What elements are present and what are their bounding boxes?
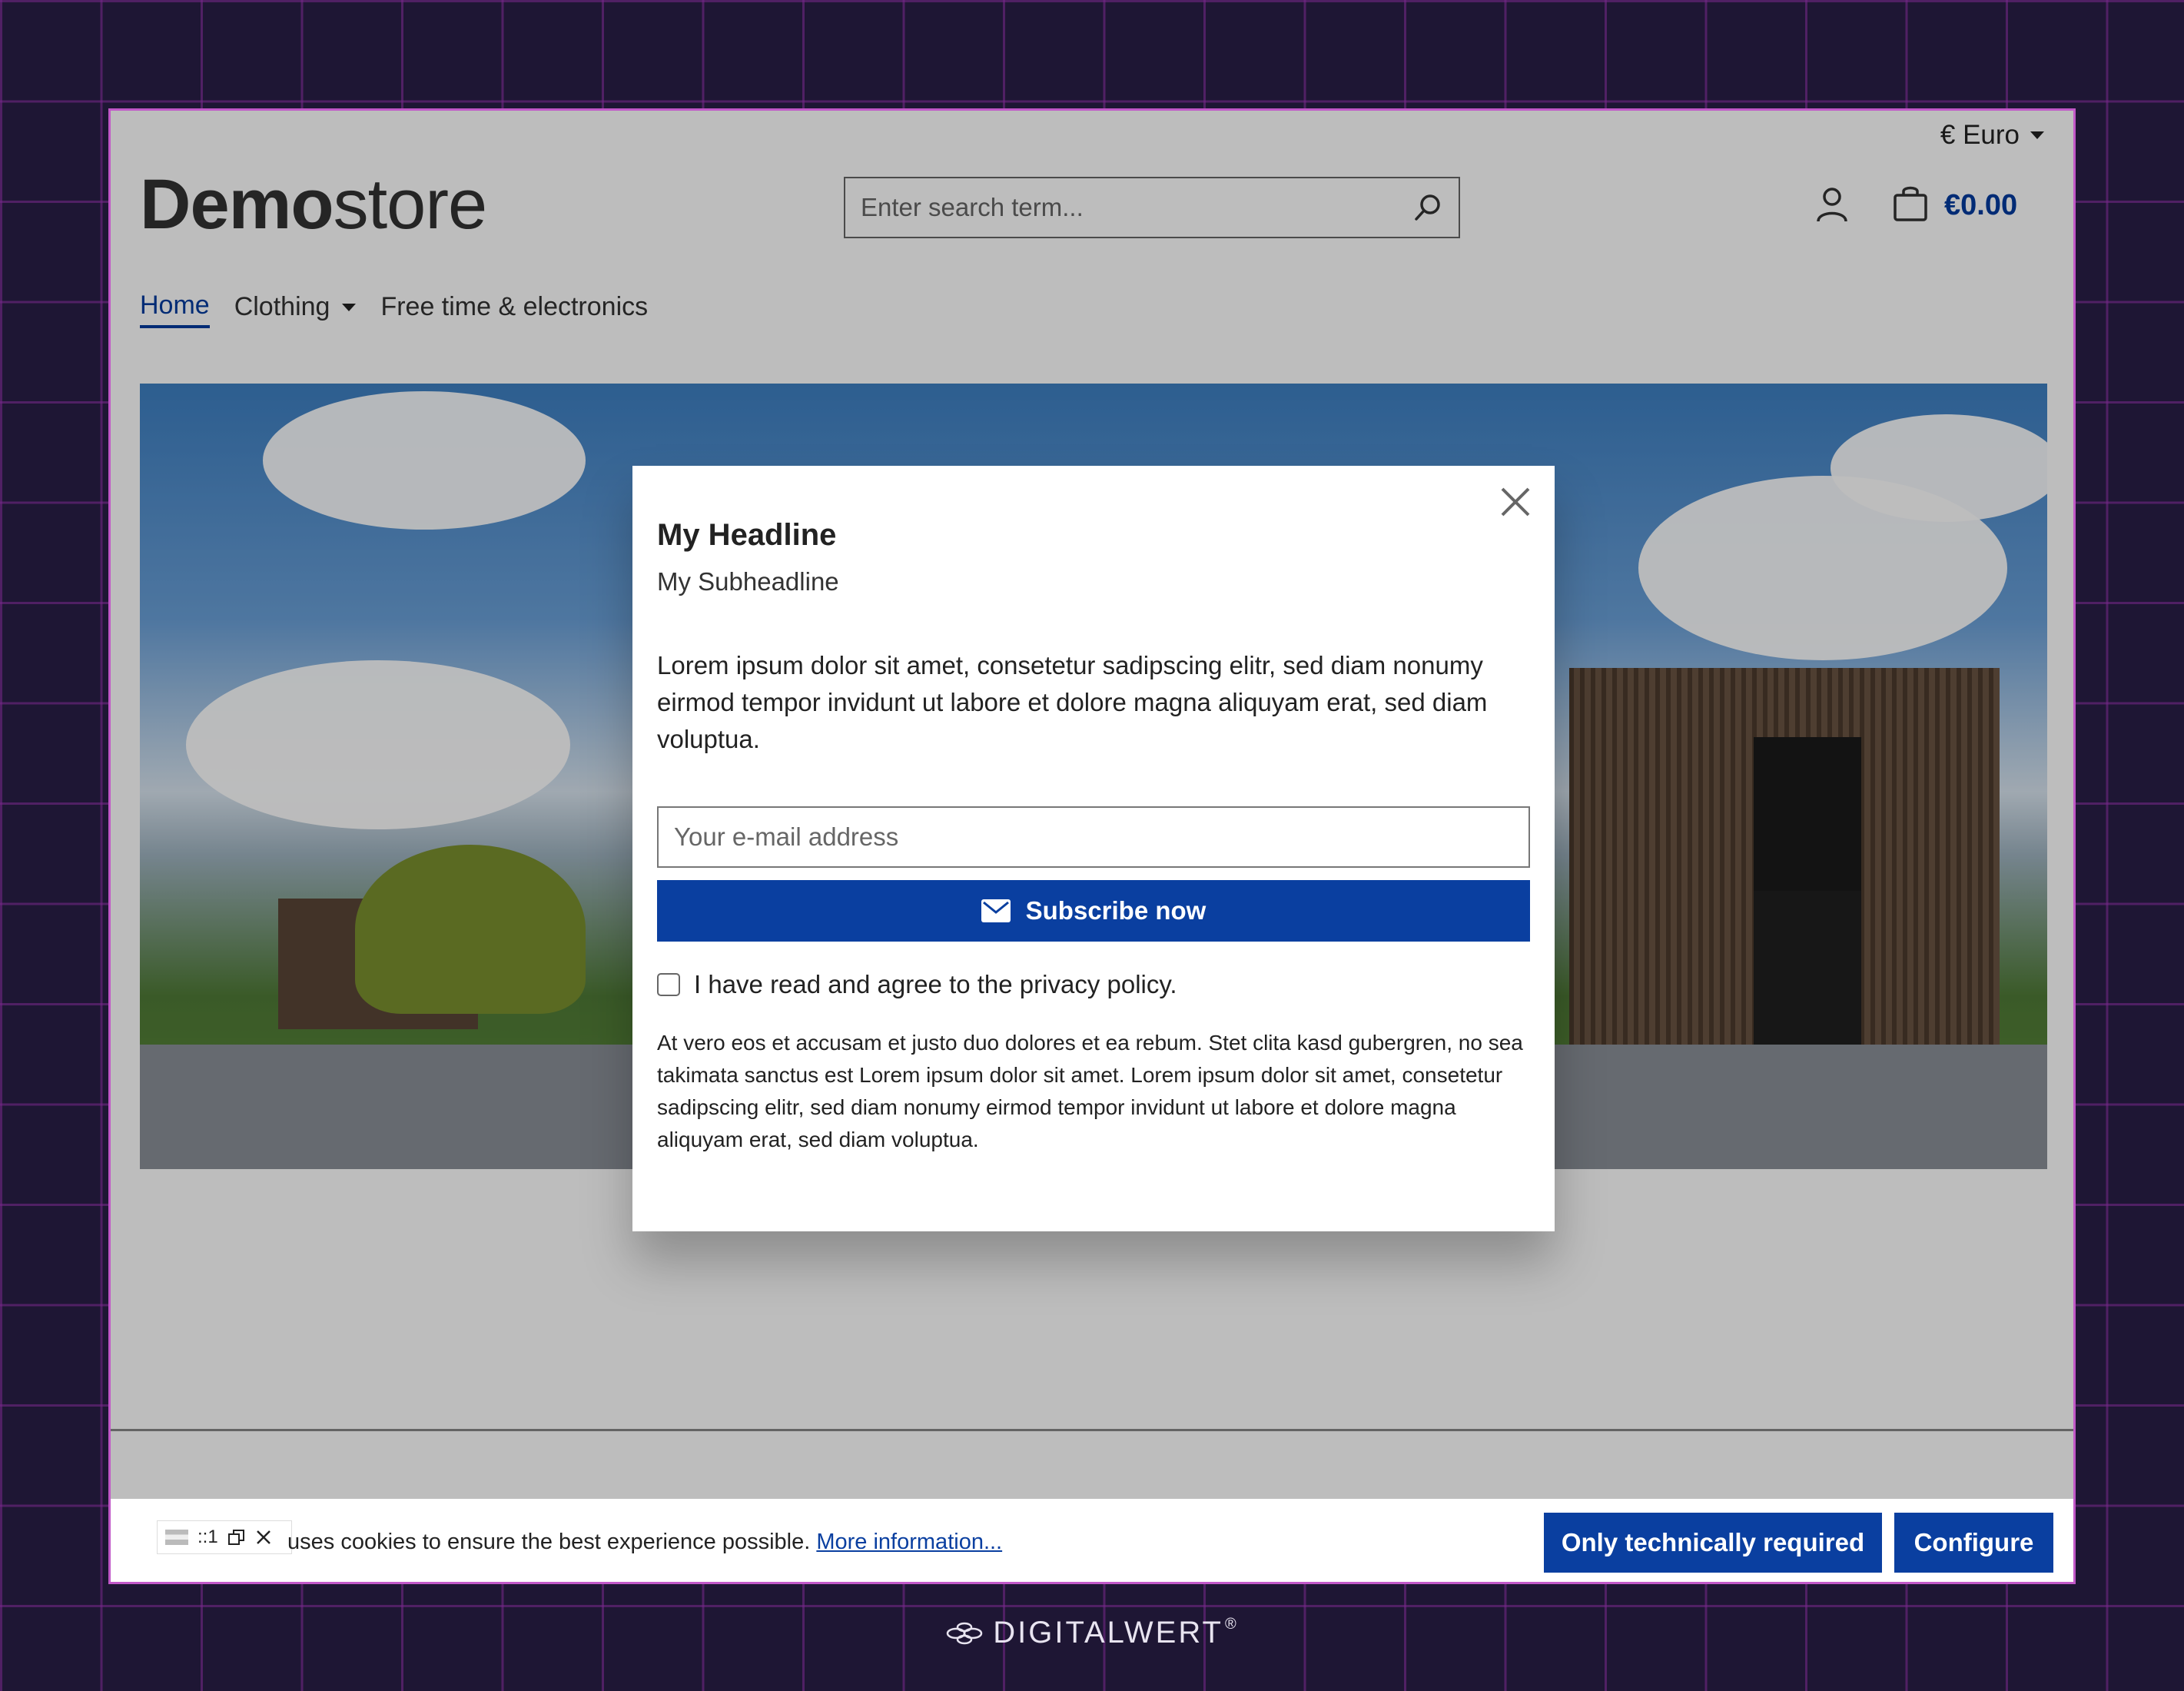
- brand-name: DIGITALWERT: [993, 1616, 1223, 1649]
- email-field[interactable]: Your e-mail address: [657, 806, 1530, 868]
- browser-window: € Euro Demostore Enter search term... €0…: [108, 108, 2076, 1584]
- subscribe-button[interactable]: Subscribe now: [657, 880, 1530, 942]
- modal-headline: My Headline: [657, 518, 837, 552]
- only-required-button[interactable]: Only technically required: [1544, 1513, 1882, 1573]
- modal-fine-print: At vero eos et accusam et justo duo dolo…: [657, 1031, 1523, 1151]
- brand-footer: DIGITALWERT ®: [0, 1616, 2184, 1650]
- brand-logo-icon: [947, 1622, 983, 1644]
- copy-icon[interactable]: [227, 1528, 246, 1546]
- extension-label: ::1: [197, 1527, 218, 1547]
- privacy-checkbox[interactable]: [657, 973, 680, 996]
- cookie-message: uses cookies to ensure the best experien…: [287, 1530, 811, 1554]
- newsletter-modal: My Headline My Subheadline Lorem ipsum d…: [632, 466, 1555, 1231]
- modal-subheadline: My Subheadline: [657, 567, 839, 596]
- more-information-link[interactable]: More information...: [816, 1530, 1002, 1554]
- flag-icon: [165, 1530, 188, 1545]
- privacy-label: I have read and agree to the privacy pol…: [694, 970, 1177, 998]
- mail-icon: [981, 899, 1011, 922]
- brand-mark: ®: [1224, 1616, 1239, 1633]
- modal-lead-text: Lorem ipsum dolor sit amet, consetetur s…: [657, 651, 1488, 753]
- cookie-text: uses cookies to ensure the best experien…: [287, 1530, 1002, 1555]
- close-icon[interactable]: [255, 1529, 272, 1546]
- email-placeholder: Your e-mail address: [674, 822, 899, 851]
- extension-popup[interactable]: ::1: [157, 1520, 292, 1554]
- close-icon[interactable]: [1498, 484, 1533, 520]
- privacy-checkbox-row[interactable]: I have read and agree to the privacy pol…: [657, 970, 1177, 999]
- subscribe-label: Subscribe now: [1025, 896, 1207, 925]
- cookie-banner: ::1 uses cookies to ensure the best expe…: [111, 1499, 2073, 1582]
- configure-button[interactable]: Configure: [1894, 1513, 2053, 1573]
